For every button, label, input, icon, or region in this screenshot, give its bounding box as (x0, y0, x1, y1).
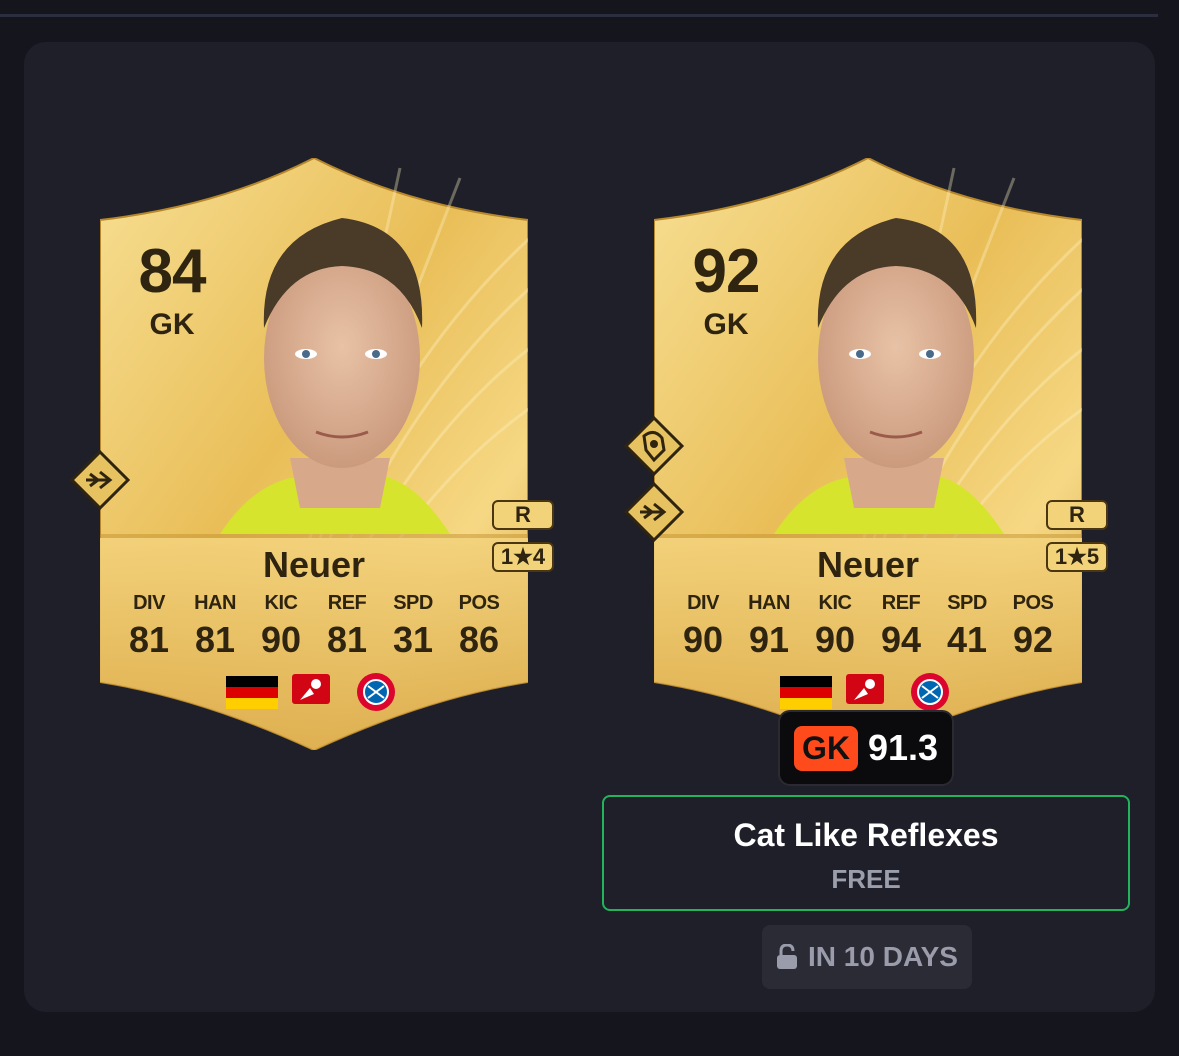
stat-han: HAN 91 (748, 592, 790, 660)
rush-out-playstyle-icon (70, 450, 130, 510)
stat-pos: POS 86 (458, 592, 500, 660)
objective-title: Cat Like Reflexes (733, 817, 999, 853)
stat-spd: SPD 31 (392, 592, 434, 660)
bundesliga-logo-icon (846, 674, 884, 704)
player-name: Neuer (262, 544, 366, 585)
unlock-timer: IN 10 DAYS (762, 925, 972, 989)
preferred-foot-badge: R (492, 500, 554, 530)
stats-row: DIV 90 HAN 91 KIC 90 REF 94 SPD 41 POS 92 (670, 592, 1066, 661)
objective-card[interactable]: Cat Like Reflexes FREE (602, 795, 1130, 911)
stat-han: HAN 81 (194, 592, 236, 660)
stat-kic: KIC 90 (814, 592, 856, 660)
germany-flag-icon (780, 676, 832, 709)
glove-playstyle-icon (624, 416, 684, 476)
nation-league-club-badges (780, 673, 949, 711)
bayern-crest-icon (357, 673, 395, 711)
position-score: 91.3 (867, 727, 939, 768)
stat-kic: KIC 90 (260, 592, 302, 660)
stats-row: DIV 81 HAN 81 KIC 90 REF 81 SPD 31 POS 86 (116, 592, 512, 661)
unlock-label: IN 10 DAYS (808, 941, 958, 972)
preferred-foot-badge: R (1046, 500, 1108, 530)
position-label: GK (149, 308, 195, 341)
player-portrait (220, 218, 450, 534)
position-tag: GK (793, 725, 858, 771)
stat-ref: REF 81 (326, 592, 368, 660)
position-rating-badge: GK 91.3 (780, 712, 952, 784)
player-name: Neuer (816, 544, 920, 585)
top-divider (0, 14, 1158, 17)
rush-out-playstyle-icon (624, 482, 684, 542)
nation-league-club-badges (226, 673, 395, 711)
bundesliga-logo-icon (292, 674, 330, 704)
objective-price: FREE (831, 864, 901, 894)
overall-rating: 92 (692, 237, 761, 306)
stat-ref: REF 94 (880, 592, 922, 660)
lock-icon (777, 944, 798, 969)
player-card-upgraded[interactable]: 92 GK R 1★5 Neuer DIV 90 HAN 91 KIC 90 REF 9… (624, 158, 1108, 750)
overall-rating: 84 (138, 237, 207, 306)
stat-div: DIV 81 (128, 592, 170, 660)
germany-flag-icon (226, 676, 278, 709)
stat-spd: SPD 41 (946, 592, 988, 660)
stat-pos: POS 92 (1012, 592, 1054, 660)
player-card-base[interactable]: 84 GK R 1★4 Neuer DIV 81 HAN 81 KIC 90 REF 8… (70, 158, 554, 750)
position-label: GK (703, 308, 749, 341)
player-portrait (774, 218, 1004, 534)
stat-div: DIV 90 (682, 592, 724, 660)
bayern-crest-icon (911, 673, 949, 711)
